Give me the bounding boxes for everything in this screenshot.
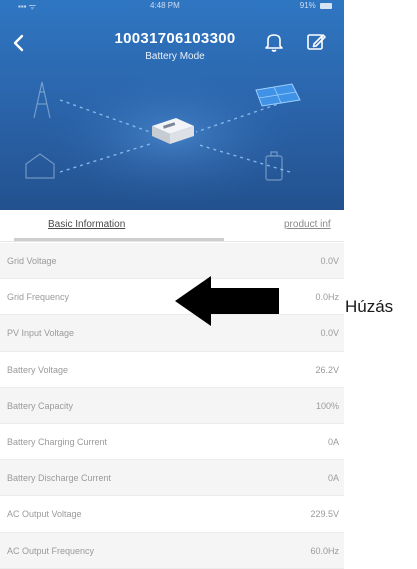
row-label: AC Output Voltage bbox=[7, 509, 82, 520]
row-label: AC Output Frequency bbox=[7, 545, 95, 556]
edit-button[interactable] bbox=[304, 30, 328, 54]
energy-flow-diagram bbox=[25, 65, 302, 205]
row-value: 0A bbox=[327, 473, 339, 484]
list-item: Battery Voltage 26.2V bbox=[0, 351, 344, 388]
status-time: 4:48 PM bbox=[150, 1, 180, 10]
chevron-left-icon bbox=[13, 34, 24, 52]
info-tabs: Basic Information product inf bbox=[0, 210, 344, 242]
status-bar: ▪▪▪ ᯤ 4:48 PM 91% bbox=[0, 0, 344, 14]
grid-tower-icon bbox=[33, 81, 51, 119]
list-item: AC Output Voltage 229.5V bbox=[0, 496, 344, 533]
row-value: 0.0V bbox=[320, 256, 339, 266]
row-value: 0.0V bbox=[320, 328, 339, 339]
row-label: Grid Voltage bbox=[7, 256, 57, 266]
row-label: Battery Capacity bbox=[7, 400, 74, 411]
row-value: 0A bbox=[327, 436, 339, 447]
tab-basic-information[interactable]: Basic Information bbox=[48, 219, 125, 230]
tab-product-information[interactable]: product inf bbox=[284, 219, 331, 230]
notifications-button[interactable] bbox=[262, 30, 286, 54]
list-item: Grid Voltage 0.0V bbox=[0, 243, 344, 280]
status-battery-text: 91% bbox=[299, 1, 316, 10]
edit-icon bbox=[307, 34, 326, 50]
swipe-caption: Húzás bbox=[345, 297, 394, 316]
row-label: Battery Discharge Current bbox=[7, 473, 112, 484]
device-id-title: 10031706103300 bbox=[114, 30, 236, 47]
battery-status: 91% bbox=[300, 1, 332, 10]
row-value: 26.2V bbox=[315, 364, 339, 375]
row-label: Grid Frequency bbox=[7, 292, 70, 303]
list-item: Battery Discharge Current 0A bbox=[0, 460, 344, 497]
row-value: 60.0Hz bbox=[310, 545, 339, 556]
device-header: ▪▪▪ ᯤ 4:48 PM 91% 10031706103300 Battery… bbox=[0, 0, 344, 210]
back-button[interactable] bbox=[8, 32, 30, 54]
bell-icon bbox=[265, 34, 283, 52]
left-arrow-icon bbox=[175, 276, 279, 326]
row-value: 100% bbox=[315, 400, 339, 411]
active-tab-indicator bbox=[14, 238, 224, 241]
list-item: Grid Frequency 0.0Hz bbox=[0, 279, 344, 316]
basic-info-list: Grid Voltage 0.0V Grid Frequency 0.0Hz P… bbox=[0, 243, 344, 569]
list-item: PV Input Voltage 0.0V bbox=[0, 315, 344, 352]
row-label: Battery Charging Current bbox=[7, 436, 108, 447]
row-label: PV Input Voltage bbox=[7, 328, 75, 339]
row-value: 229.5V bbox=[310, 509, 339, 520]
row-value: 0.0Hz bbox=[315, 292, 339, 303]
row-label: Battery Voltage bbox=[7, 364, 69, 375]
list-item: AC Output Frequency 60.0Hz bbox=[0, 532, 344, 569]
list-item: Battery Capacity 100% bbox=[0, 387, 344, 424]
app-screen: ▪▪▪ ᯤ 4:48 PM 91% 10031706103300 Battery… bbox=[0, 0, 344, 569]
battery-icon bbox=[320, 2, 332, 9]
list-item: Battery Charging Current 0A bbox=[0, 423, 344, 461]
signal-icon: ▪▪▪ ᯤ bbox=[18, 2, 37, 11]
